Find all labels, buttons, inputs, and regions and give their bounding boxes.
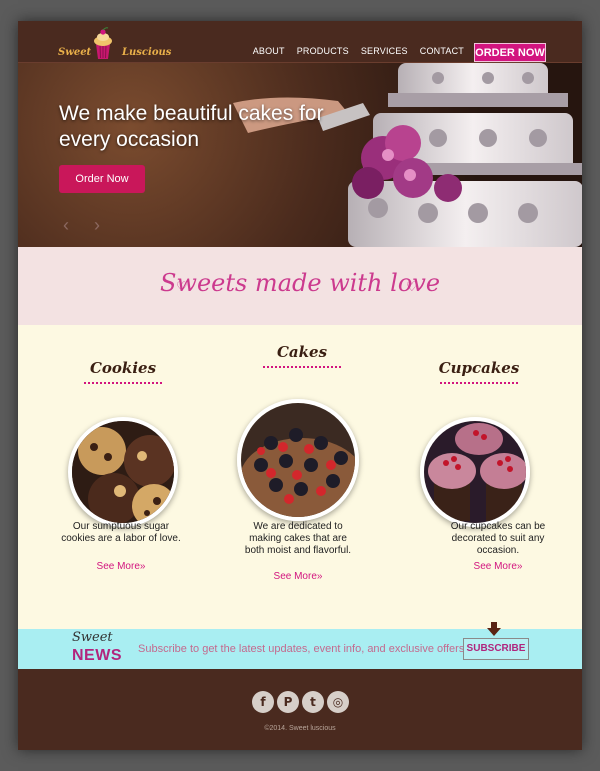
social-links: f P t ◎ xyxy=(252,691,352,713)
copyright-text: ©2014. Sweet luscious xyxy=(264,725,336,732)
cookies-photo-icon xyxy=(72,421,174,523)
see-more-cakes-link[interactable]: See More» xyxy=(238,571,358,582)
cake-photo-icon xyxy=(241,403,355,517)
hero-heading: We make beautiful cakes for every occasi… xyxy=(59,102,324,151)
heart-right-icon: ♡ xyxy=(406,279,418,294)
cakes-image[interactable] xyxy=(237,399,359,521)
instagram-icon[interactable]: ◎ xyxy=(327,691,349,713)
main-nav: ABOUT PRODUCTS SERVICES CONTACT xyxy=(241,46,464,56)
site-header: Sweet Luscious ABOUT PRODUCTS SERVICES C… xyxy=(18,21,582,63)
newsletter-bar: Sweet NEWS Subscribe to get the latest u… xyxy=(18,622,582,669)
product-card-cookies: Cookies xyxy=(48,359,198,384)
newsletter-news-label: NEWS xyxy=(72,647,122,664)
nav-services[interactable]: SERVICES xyxy=(361,46,408,56)
newsletter-sweet-label: Sweet xyxy=(72,630,113,645)
subscribe-button[interactable]: SUBSCRIBE xyxy=(463,638,529,660)
hero-order-button[interactable]: Order Now xyxy=(59,165,145,193)
newsletter-text: Subscribe to get the latest updates, eve… xyxy=(138,643,468,655)
title-divider xyxy=(263,366,341,368)
nav-products[interactable]: PRODUCTS xyxy=(297,46,349,56)
pinterest-icon[interactable]: P xyxy=(277,691,299,713)
cupcakes-photo-icon xyxy=(424,421,526,523)
logo-word-luscious: Luscious xyxy=(122,47,172,58)
hero-banner: We make beautiful cakes for every occasi… xyxy=(18,63,582,247)
facebook-icon[interactable]: f xyxy=(252,691,274,713)
twitter-icon[interactable]: t xyxy=(302,691,324,713)
product-card-cupcakes: Cupcakes xyxy=(404,359,554,384)
product-desc-cookies: Our sumptuous sugar cookies are a labor … xyxy=(61,521,181,544)
product-desc-cupcakes: Our cupcakes can be decorated to suit an… xyxy=(450,521,546,556)
logo[interactable]: Sweet Luscious xyxy=(58,27,172,59)
product-card-cakes: Cakes xyxy=(227,343,377,368)
carousel-next-arrow-icon[interactable]: › xyxy=(94,215,100,236)
cookies-image[interactable] xyxy=(68,417,178,527)
nav-about[interactable]: ABOUT xyxy=(253,46,285,56)
cupcake-logo-icon xyxy=(94,27,112,59)
see-more-cookies-link[interactable]: See More» xyxy=(61,561,181,572)
page: Sweet Luscious ABOUT PRODUCTS SERVICES C… xyxy=(18,21,582,750)
logo-word-sweet: Sweet xyxy=(58,47,92,58)
tagline-band: ♡ Sweets made with love ♡ xyxy=(18,247,582,325)
title-divider xyxy=(84,382,162,384)
nav-contact[interactable]: CONTACT xyxy=(420,46,464,56)
hero-cake-image xyxy=(233,63,582,247)
arrow-down-icon xyxy=(487,622,501,636)
product-title-cakes: Cakes xyxy=(276,343,328,361)
product-desc-cakes: We are dedicated to making cakes that ar… xyxy=(244,521,352,556)
tagline-text: Sweets made with love xyxy=(159,269,441,297)
carousel-prev-arrow-icon[interactable]: ‹ xyxy=(63,215,69,236)
products-section: Cookies Our sumptuous sugar cookies are … xyxy=(18,325,582,629)
cupcakes-image[interactable] xyxy=(420,417,530,527)
product-title-cupcakes: Cupcakes xyxy=(438,359,520,377)
see-more-cupcakes-link[interactable]: See More» xyxy=(438,561,558,572)
site-footer: f P t ◎ ©2014. Sweet luscious xyxy=(18,669,582,750)
title-divider xyxy=(440,382,518,384)
order-now-button[interactable]: ORDER NOW xyxy=(474,43,546,62)
product-title-cookies: Cookies xyxy=(89,359,157,377)
